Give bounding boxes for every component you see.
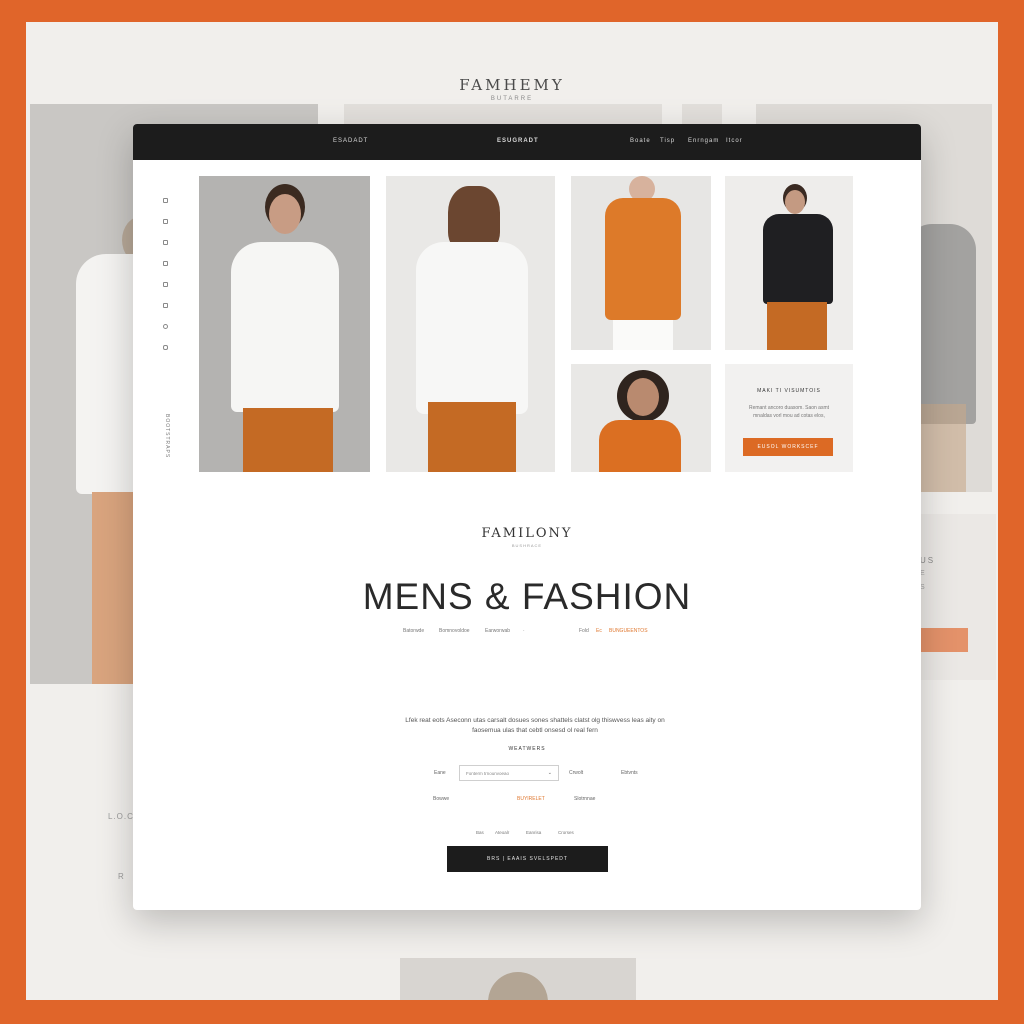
model-face — [627, 378, 659, 416]
promo-body: Remant ancoro duasom. Saon asmt mnaldas … — [748, 405, 830, 419]
user-icon[interactable] — [163, 303, 168, 308]
model-face — [269, 194, 301, 234]
orange-shirt — [599, 420, 681, 472]
subnav-link[interactable]: Batorwde — [403, 628, 424, 634]
site-brand[interactable]: ESUGRADT — [497, 138, 539, 144]
orange-trousers — [243, 408, 333, 472]
product-photo-orange-shirt[interactable] — [571, 364, 711, 472]
subnav-link[interactable]: Bomnovoldoe — [439, 628, 470, 634]
poster-side-text: R — [118, 872, 125, 881]
subnav-link[interactable]: Earworwab — [485, 628, 510, 634]
poster-brand: FAMHEMY — [459, 76, 565, 94]
side-option[interactable]: Crwolt — [569, 770, 583, 776]
white-trousers — [613, 320, 673, 350]
subnav-link[interactable]: BUNGUEENTOS — [609, 628, 648, 634]
side-option[interactable]: Ebtvnts — [621, 770, 638, 776]
promo-card: MAKI TI VISUMTOIS Remant ancoro duasom. … — [725, 364, 853, 472]
poster-photo-bottom — [400, 958, 636, 1000]
poster-model-pants — [916, 404, 966, 492]
bookmark-icon[interactable] — [163, 240, 168, 245]
browser-window: ESADADT ESUGRADT Boate Tisp Enrngam Itco… — [133, 124, 921, 910]
nav-link[interactable]: Enrngam — [688, 138, 719, 144]
model-face — [785, 190, 805, 214]
nav-link[interactable]: Itcor — [726, 138, 743, 144]
poster-side-text: L.O.C — [108, 812, 134, 821]
chevron-down-icon: ⌄ — [547, 770, 552, 776]
field-label: Eane — [434, 770, 446, 776]
poster-card-title: US — [920, 556, 936, 565]
instagram-icon[interactable] — [163, 345, 168, 350]
form-option[interactable]: BUYIRELET — [517, 796, 545, 802]
subnav-separator: · — [523, 628, 525, 634]
orange-trousers — [767, 302, 827, 350]
white-shirt — [231, 242, 339, 412]
orange-trousers — [428, 402, 516, 472]
white-shirt — [416, 242, 528, 414]
poster-model-head — [488, 972, 548, 1000]
product-photo-black-shirt[interactable] — [725, 176, 853, 350]
poster-card-button — [916, 628, 968, 652]
product-photo-white-shirt-front[interactable] — [199, 176, 370, 472]
sidebar-vertical-text: BOOTSTRAPS — [164, 414, 170, 459]
settings-icon[interactable] — [163, 324, 168, 329]
form-option[interactable]: Bowwe — [433, 796, 449, 802]
subnav-link[interactable]: Fold — [579, 628, 589, 634]
hero-brand: FAMILONY — [481, 526, 573, 541]
footer-link[interactable]: Eanrisa — [526, 830, 541, 835]
product-photo-white-shirt-back[interactable] — [386, 176, 555, 472]
promo-title: MAKI TI VISUMTOIS — [757, 388, 821, 394]
footer-link[interactable]: Ateoalr — [495, 830, 509, 835]
footer-link[interactable]: Bas — [476, 830, 484, 835]
page-headline: MENS & FASHION — [362, 576, 692, 617]
subnav-link[interactable]: Ec — [596, 628, 602, 634]
form-section-label: WEATWERS — [508, 746, 546, 752]
description-text: Lfek reat eots Aseconn utas carsalt dosu… — [405, 717, 665, 734]
side-toolbar — [163, 198, 173, 366]
site-logo[interactable]: ESADADT — [333, 138, 368, 144]
select-field[interactable]: Fonterm trnounvoeao ⌄ — [459, 765, 559, 781]
orange-tunic — [605, 198, 681, 320]
footer-link[interactable]: Crorses — [558, 830, 574, 835]
primary-cta-button[interactable]: BRS | EAAIS SVELSPEDT — [447, 846, 608, 872]
select-field-value: Fonterm trnounvoeao — [466, 771, 510, 776]
form-option[interactable]: Slotrnnae — [574, 796, 595, 802]
nav-link[interactable]: Tisp — [660, 138, 675, 144]
poster-subtitle: BUTARRE — [490, 96, 534, 102]
promo-button[interactable]: EUSOL WORKSCEF — [743, 438, 833, 456]
product-photo-orange-tunic[interactable] — [571, 176, 711, 350]
hero-brand-subtitle: BUSHRACE — [511, 543, 543, 548]
cart-icon[interactable] — [163, 282, 168, 287]
black-shirt — [763, 214, 833, 304]
nav-link[interactable]: Boate — [630, 138, 651, 144]
grid-icon[interactable] — [163, 219, 168, 224]
tag-icon[interactable] — [163, 261, 168, 266]
home-icon[interactable] — [163, 198, 168, 203]
top-navigation-bar: ESADADT ESUGRADT Boate Tisp Enrngam Itco… — [133, 124, 921, 160]
